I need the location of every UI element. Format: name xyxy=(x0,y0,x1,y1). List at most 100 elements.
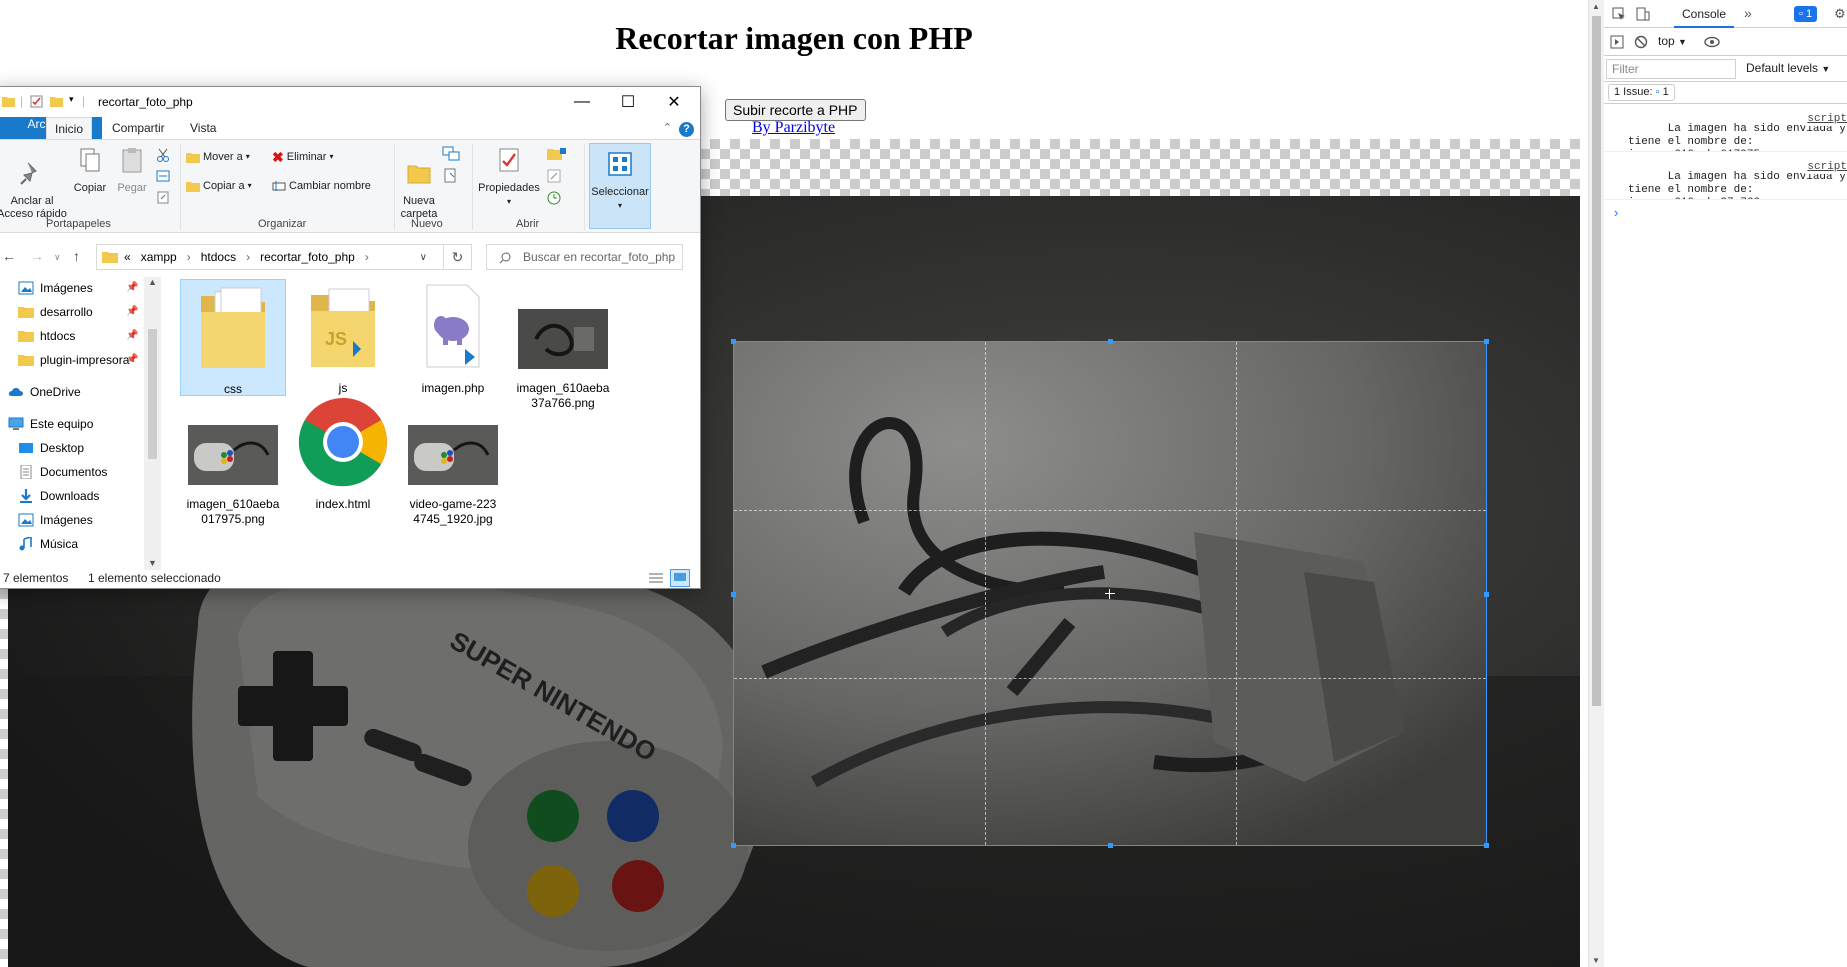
breadcrumb-recortar-foto-php[interactable]: recortar_foto_php xyxy=(260,250,355,264)
nav-item-htdocs[interactable]: htdocs xyxy=(18,325,75,347)
select-button[interactable]: Seleccionar ▾ xyxy=(589,143,651,229)
large-icons-view-icon[interactable] xyxy=(670,569,690,587)
file-item-css[interactable]: css xyxy=(180,279,286,396)
nav-item-este-equipo[interactable]: Este equipo xyxy=(8,413,93,435)
nav-item-plugin-impresora[interactable]: plugin-impresora xyxy=(18,349,130,371)
console-message-source-link[interactable]: script xyxy=(1805,113,1847,126)
settings-gear-icon[interactable]: ⚙ xyxy=(1834,6,1846,22)
forward-arrow-icon[interactable]: → xyxy=(30,248,44,264)
crop-handle-nw[interactable] xyxy=(731,339,736,344)
paste-button[interactable]: Pegar xyxy=(112,144,152,195)
details-view-icon[interactable] xyxy=(648,571,664,585)
help-icon[interactable]: ? xyxy=(679,122,694,137)
new-folder-icon[interactable] xyxy=(50,95,63,108)
crop-handle-w[interactable] xyxy=(731,592,736,597)
page-scrollbar[interactable]: ▲ ▼ xyxy=(1588,0,1604,967)
tab-compartir[interactable]: Compartir xyxy=(104,117,173,139)
breadcrumb-xampp[interactable]: xampp xyxy=(141,250,177,264)
tab-vista[interactable]: Vista xyxy=(182,117,224,139)
live-expression-eye-icon[interactable] xyxy=(1704,35,1720,49)
page-scroll-thumb[interactable] xyxy=(1592,16,1601,706)
minimize-button[interactable]: — xyxy=(559,87,605,117)
nav-item-desarrollo[interactable]: desarrollo xyxy=(18,301,93,323)
crop-handle-s[interactable] xyxy=(1108,843,1113,848)
crop-selection[interactable] xyxy=(731,339,1489,848)
context-selector[interactable]: top ▼ xyxy=(1658,34,1687,48)
quick-access-dropdown-icon[interactable]: ▾ xyxy=(69,94,74,105)
address-overflow-chevron[interactable]: « xyxy=(124,250,131,264)
delete-button[interactable]: ✖ Eliminar ▾ xyxy=(272,148,333,166)
crop-handle-se[interactable] xyxy=(1484,843,1489,848)
close-button[interactable]: ✕ xyxy=(651,87,697,117)
scroll-up-icon[interactable]: ▲ xyxy=(1592,2,1600,11)
nav-label: Downloads xyxy=(40,489,100,503)
copy-to-button[interactable]: Copiar a ▾ xyxy=(186,177,252,195)
maximize-button[interactable]: ☐ xyxy=(605,87,651,117)
cut-icon[interactable] xyxy=(156,148,170,162)
nav-label: Imágenes xyxy=(40,513,93,527)
crop-handle-ne[interactable] xyxy=(1484,339,1489,344)
properties-button[interactable]: Propiedades ▾ xyxy=(476,144,542,208)
paste-shortcut-icon[interactable] xyxy=(156,190,170,204)
copy-button[interactable]: Copiar xyxy=(70,144,110,195)
log-levels-dropdown[interactable]: Default levels ▼ xyxy=(1746,61,1830,75)
nav-label: Este equipo xyxy=(30,417,94,431)
nav-pane-scrollbar[interactable]: ▲ ▼ xyxy=(144,277,161,570)
crop-handle-sw[interactable] xyxy=(731,843,736,848)
address-dropdown-icon[interactable]: ∨ xyxy=(420,252,427,263)
tab-inicio[interactable]: Inicio xyxy=(46,117,93,140)
file-item-imagen-017975[interactable]: imagen_610aeba 017975.png xyxy=(180,395,286,527)
refresh-button[interactable]: ↻ xyxy=(444,244,472,270)
move-to-button[interactable]: Mover a ▾ xyxy=(186,148,250,166)
edit-icon[interactable] xyxy=(546,168,562,184)
up-arrow-icon[interactable]: ↑ xyxy=(73,248,80,264)
folder-icon xyxy=(18,331,34,342)
author-link[interactable]: By Parzibyte xyxy=(752,119,835,137)
collapse-ribbon-icon[interactable]: ⌃ xyxy=(663,121,672,134)
upload-crop-button[interactable]: Subir recorte a PHP xyxy=(725,99,866,121)
more-tabs-icon[interactable]: » xyxy=(1744,5,1752,21)
console-message-source-link[interactable]: script xyxy=(1805,161,1847,174)
clear-console-icon[interactable] xyxy=(1634,35,1648,49)
scroll-up-icon[interactable]: ▲ xyxy=(148,277,157,287)
file-item-index-html[interactable]: index.html xyxy=(290,395,396,512)
sidebar-toggle-icon[interactable] xyxy=(1610,35,1624,49)
crop-handle-e[interactable] xyxy=(1484,592,1489,597)
history-icon[interactable] xyxy=(546,190,562,206)
issues-button[interactable]: 1 Issue: ▫ 1 xyxy=(1608,84,1675,101)
console-prompt[interactable]: › xyxy=(1614,205,1618,220)
breadcrumb-htdocs[interactable]: htdocs xyxy=(201,250,236,264)
copy-path-icon[interactable] xyxy=(156,170,170,182)
search-input[interactable]: Buscar en recortar_foto_php xyxy=(486,244,683,270)
messages-badge[interactable]: ▫ 1 xyxy=(1794,6,1818,22)
back-arrow-icon[interactable]: ← xyxy=(2,248,16,264)
file-item-imagen-php[interactable]: imagen.php xyxy=(400,279,506,396)
inspect-element-icon[interactable] xyxy=(1612,7,1626,21)
nav-pane-scroll-thumb[interactable] xyxy=(148,329,157,459)
address-bar[interactable]: « xampp › htdocs › recortar_foto_php › ∨ xyxy=(96,244,444,270)
file-item-imagen-37a766[interactable]: imagen_610aeba 37a766.png xyxy=(510,279,616,411)
properties-check-icon[interactable] xyxy=(30,95,43,108)
new-item-icon[interactable] xyxy=(442,146,464,162)
nav-item-documentos[interactable]: Documentos xyxy=(18,461,107,483)
nav-item-musica[interactable]: Música xyxy=(18,533,78,555)
nav-item-onedrive[interactable]: OneDrive xyxy=(8,381,81,403)
easy-access-icon[interactable] xyxy=(442,168,464,184)
new-folder-button[interactable]: Nueva carpeta xyxy=(396,144,442,221)
file-item-video-game-jpg[interactable]: video-game-223 4745_1920.jpg xyxy=(400,395,506,527)
open-icon[interactable] xyxy=(546,146,570,162)
recent-locations-icon[interactable]: ∨ xyxy=(54,252,61,263)
file-item-js[interactable]: JS js xyxy=(290,279,396,396)
pin-quick-access-button[interactable]: Anclar al Acceso rápido xyxy=(0,144,68,221)
explorer-titlebar[interactable]: | ▾ | recortar_foto_php — ☐ ✕ xyxy=(0,87,700,117)
console-filter-input[interactable]: Filter xyxy=(1606,59,1736,79)
nav-item-desktop[interactable]: Desktop xyxy=(18,437,84,459)
rename-button[interactable]: Cambiar nombre xyxy=(272,177,371,195)
nav-item-downloads[interactable]: Downloads xyxy=(18,485,99,507)
nav-item-imagenes[interactable]: Imágenes xyxy=(18,509,93,531)
scroll-down-icon[interactable]: ▼ xyxy=(1592,956,1600,965)
nav-item-imagenes-pinned[interactable]: Imágenes xyxy=(18,277,93,299)
crop-handle-n[interactable] xyxy=(1108,339,1113,344)
device-toolbar-icon[interactable] xyxy=(1636,7,1650,21)
tab-console[interactable]: Console xyxy=(1674,0,1734,28)
